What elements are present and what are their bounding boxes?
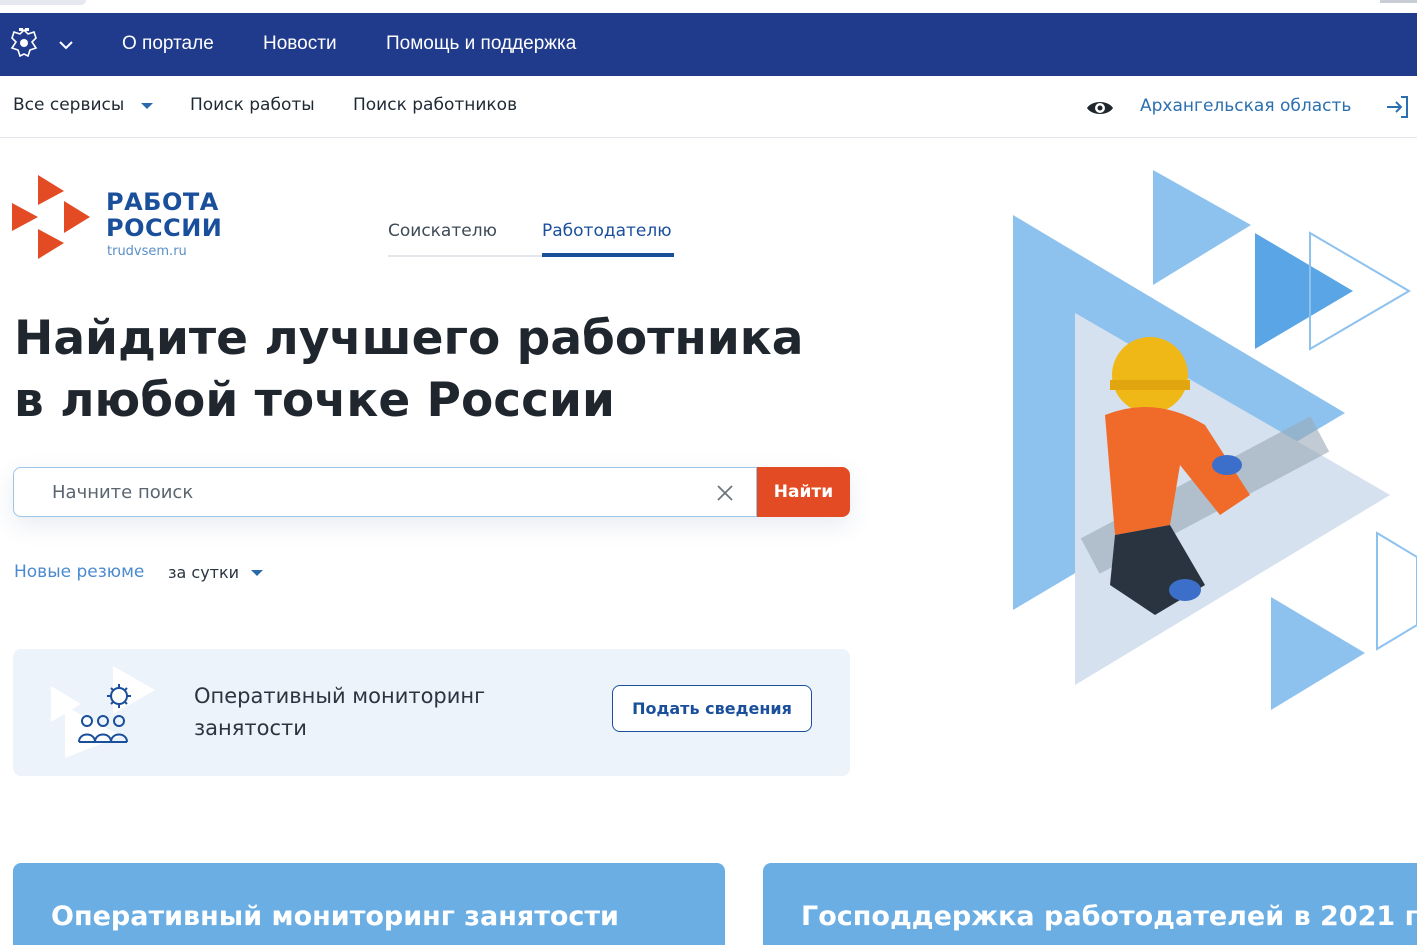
caret-down-icon[interactable] [141, 103, 153, 109]
employer-support-card[interactable]: Господдержка работодателей в 2021 году [763, 863, 1417, 945]
region-selector[interactable]: Архангельская область [1140, 96, 1351, 116]
login-icon[interactable] [1384, 93, 1412, 121]
logo-title-line2: РОССИИ [106, 214, 223, 242]
page-title-line2: в любой точке России [14, 373, 615, 428]
worker-search-link[interactable]: Поиск работников [353, 95, 517, 115]
close-icon[interactable] [716, 484, 734, 502]
caret-down-icon[interactable] [251, 570, 263, 576]
search-placeholder: Начните поиск [52, 482, 194, 503]
browser-strip [0, 0, 1417, 13]
tabs-underline [388, 255, 542, 257]
monitoring-card: Оперативный мониторинг занятости Подать … [13, 649, 850, 776]
period-dropdown[interactable]: за сутки [168, 563, 239, 582]
tab-active-indicator [542, 253, 674, 257]
employment-monitoring-icon [51, 666, 155, 758]
nav-about-portal[interactable]: О портале [122, 33, 214, 55]
browser-tab-stub [0, 0, 86, 5]
chevron-down-icon[interactable] [57, 36, 75, 54]
nav-help-support[interactable]: Помощь и поддержка [386, 33, 576, 55]
page-title: Найдите лучшего работника в любой точке … [14, 308, 803, 432]
all-services-menu[interactable]: Все сервисы [13, 95, 124, 115]
service-nav-bar: Все сервисы Поиск работы Поиск работнико… [0, 76, 1417, 138]
hero-worker-illustration [1013, 170, 1417, 710]
logo-title-line1: РАБОТА [106, 188, 219, 216]
monitoring-title: Оперативный мониторинг занятости [194, 680, 554, 744]
strip-divider [1380, 0, 1417, 3]
logo-url: trudvsem.ru [107, 244, 187, 259]
coat-of-arms-icon[interactable] [6, 26, 42, 62]
search-bar: Начните поиск Найти [13, 467, 850, 517]
job-search-link[interactable]: Поиск работы [190, 95, 315, 115]
eye-icon[interactable] [1085, 93, 1115, 123]
employment-monitoring-card[interactable]: Оперативный мониторинг занятости [13, 863, 725, 945]
gov-portal-bar: О портале Новости Помощь и поддержка [0, 13, 1417, 76]
search-button[interactable]: Найти [757, 467, 850, 517]
submit-info-button[interactable]: Подать сведения [612, 685, 812, 732]
employment-monitoring-card-title: Оперативный мониторинг занятости [51, 901, 619, 932]
tab-employer[interactable]: Работодателю [542, 221, 672, 241]
employer-support-card-title: Господдержка работодателей в 2021 году [801, 901, 1417, 932]
new-resumes-link[interactable]: Новые резюме [14, 562, 144, 582]
tab-seeker[interactable]: Соискателю [388, 221, 497, 241]
search-input[interactable]: Начните поиск [13, 467, 757, 517]
nav-news[interactable]: Новости [263, 33, 337, 55]
monitoring-title-line1: Оперативный мониторинг [194, 684, 486, 708]
rabota-rossii-logo-icon[interactable] [12, 175, 92, 259]
page-title-line1: Найдите лучшего работника [14, 311, 804, 366]
monitoring-title-line2: занятости [194, 716, 307, 740]
